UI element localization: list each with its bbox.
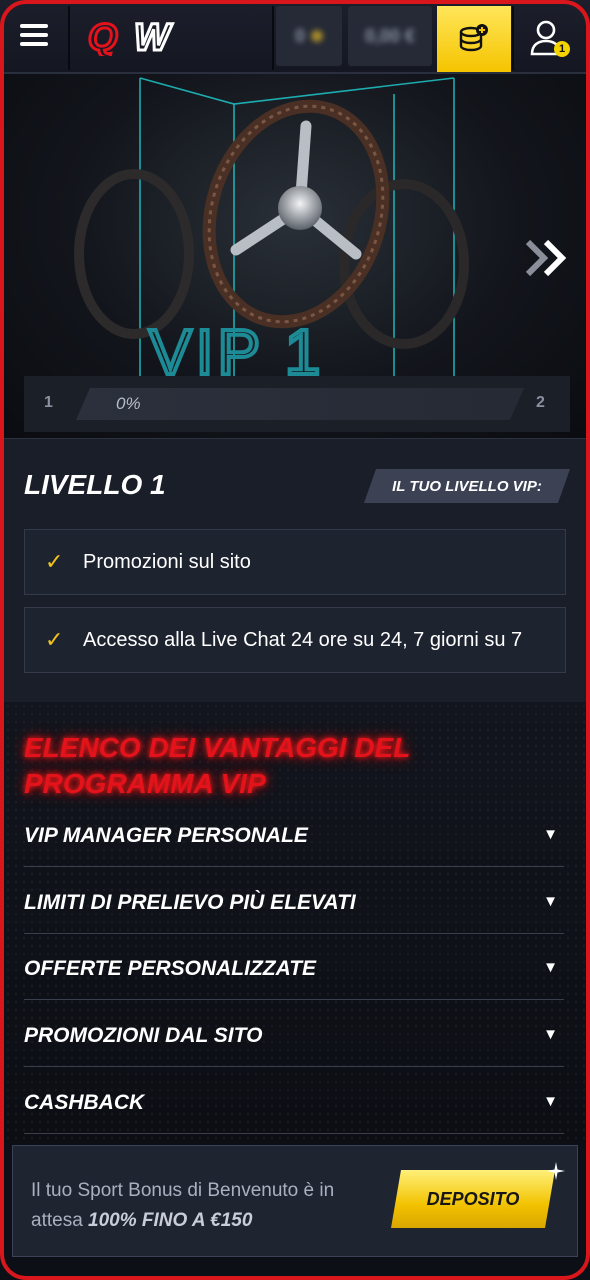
benefit-accordion-item[interactable]: OFFERTE PERSONALIZZATE ▼ [24,947,564,1000]
perk-item: ✓ Accesso alla Live Chat 24 ore su 24, 7… [24,607,566,673]
current-level-section: LIVELLO 1 IL TUO LIVELLO VIP: ✓ Promozio… [4,438,586,703]
menu-bar [20,33,48,37]
svg-text:Q: Q [88,18,118,56]
next-level-arrow-icon[interactable] [524,238,570,278]
vip-progress: 1 0% 2 [24,376,570,432]
cash-balance-value: 0,00 € [364,25,416,46]
welcome-bonus-banner: Il tuo Sport Bonus di Benvenuto è in att… [12,1145,578,1257]
header-divider [512,6,514,70]
benefit-label: CASHBACK [24,1091,145,1114]
coin-icon [311,30,323,42]
benefit-accordion-item[interactable]: LIMITI DI PRELIEVO PIÙ ELEVATI ▼ [24,881,564,934]
hamburger-menu-button[interactable] [20,24,48,46]
benefit-label: VIP MANAGER PERSONALE [24,824,308,847]
benefit-accordion-item[interactable]: VIP MANAGER PERSONALE ▼ [24,814,564,867]
benefit-label: LIMITI DI PRELIEVO PIÙ ELEVATI [24,891,356,914]
top-header: Q W 0 0,00 € 1 [0,0,590,74]
progress-current-level: 1 [44,394,53,411]
user-account-button[interactable]: 1 [516,14,576,66]
progress-bar: 0% [76,388,524,420]
perk-label: Accesso alla Live Chat 24 ore su 24, 7 g… [83,628,523,651]
benefit-accordion-item[interactable]: CASHBACK ▼ [24,1081,564,1134]
benefit-accordion-item[interactable]: PROMOZIONI DAL SITO ▼ [24,1014,564,1067]
bonus-message: Il tuo Sport Bonus di Benvenuto è in att… [31,1176,391,1236]
cash-balance[interactable]: 0,00 € [348,6,432,66]
level-title: LIVELLO 1 [24,469,166,500]
vip-benefits-section: ELENCO DEI VANTAGGI DEL PROGRAMMA VIP VI… [4,702,586,1142]
svg-text:W: W [134,18,173,56]
caret-down-icon: ▼ [543,826,558,843]
sparkle-icon [547,1162,565,1180]
menu-bar [20,42,48,46]
bonus-balance[interactable]: 0 [276,6,342,66]
notification-badge: 1 [554,41,570,57]
caret-down-icon: ▼ [543,1093,558,1110]
deposit-coins-button[interactable] [437,6,511,72]
checkmark-icon: ✓ [45,627,64,652]
progress-percent: 0% [116,394,141,413]
deposit-button[interactable]: DEPOSITO [391,1170,555,1228]
benefit-label: OFFERTE PERSONALIZZATE [24,957,317,980]
steering-wheel-illustration: VIP 1 [74,77,469,376]
bonus-balance-value: 0 [294,25,305,46]
progress-next-level: 2 [536,394,545,411]
bonus-highlight: 100% FINO A €150 [88,1210,253,1231]
coins-plus-icon [459,24,488,52]
benefit-label: PROMOZIONI DAL SITO [24,1024,263,1047]
perk-label: Promozioni sul sito [83,550,251,573]
caret-down-icon: ▼ [543,959,558,976]
menu-bar [20,24,48,28]
perk-item: ✓ Promozioni sul sito [24,529,566,595]
vip-level-sign: VIP 1 [149,316,324,376]
caret-down-icon: ▼ [543,1026,558,1043]
qw-logo[interactable]: Q W [88,18,192,56]
vip-level-tag: IL TUO LIVELLO VIP: [364,469,570,503]
header-divider [272,6,274,70]
benefits-title: ELENCO DEI VANTAGGI DEL PROGRAMMA VIP [24,732,410,799]
caret-down-icon: ▼ [543,893,558,910]
checkmark-icon: ✓ [45,549,64,574]
header-divider [68,6,70,70]
vip-hero-banner: VIP 1 1 0% 2 [4,74,586,438]
